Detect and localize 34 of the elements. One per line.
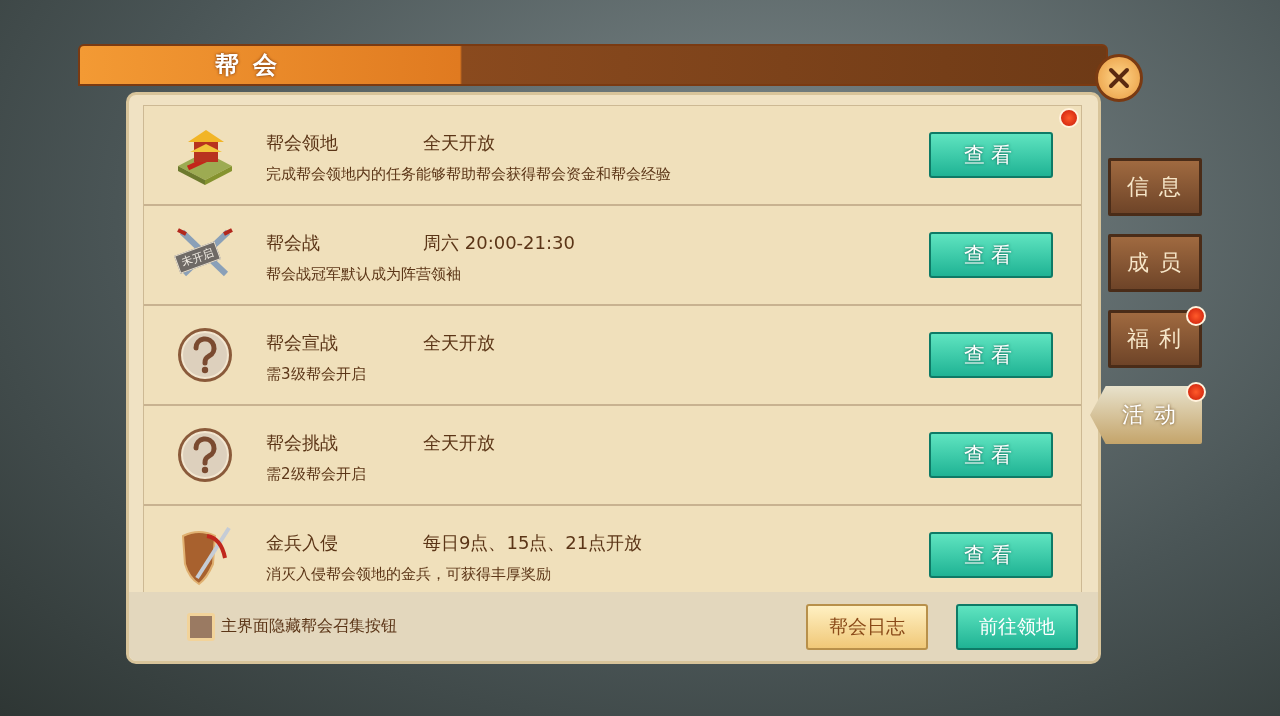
checkbox[interactable] bbox=[187, 612, 215, 641]
activity-description: 帮会战冠军默认成为阵营领袖 bbox=[266, 264, 462, 284]
view-button[interactable]: 查看 bbox=[929, 532, 1053, 578]
activity-description: 消灭入侵帮会领地的金兵，可获得丰厚奖励 bbox=[266, 564, 552, 584]
side-tab[interactable]: 福利 bbox=[1108, 310, 1202, 368]
side-tab[interactable]: 信息 bbox=[1108, 158, 1202, 216]
activity-name: 帮会领地 bbox=[266, 130, 339, 155]
activity-time: 全天开放 bbox=[423, 430, 495, 455]
activity-description: 完成帮会领地内的任务能够帮助帮会获得帮会资金和帮会经验 bbox=[266, 164, 672, 184]
question-mark-icon bbox=[176, 426, 234, 484]
view-button[interactable]: 查看 bbox=[929, 132, 1053, 178]
activity-time: 全天开放 bbox=[423, 130, 495, 155]
view-button[interactable]: 查看 bbox=[929, 332, 1053, 378]
activity-name: 帮会战 bbox=[266, 230, 321, 255]
activity-name: 帮会挑战 bbox=[266, 430, 339, 455]
activity-description: 需2级帮会开启 bbox=[266, 464, 367, 484]
activity-time: 每日9点、15点、21点开放 bbox=[423, 530, 643, 555]
window-title: 帮会 bbox=[215, 50, 291, 81]
activity-name: 金兵入侵 bbox=[266, 530, 339, 555]
close-icon bbox=[1107, 66, 1131, 90]
activity-name: 帮会宣战 bbox=[266, 330, 339, 355]
side-tab[interactable]: 活动 bbox=[1090, 386, 1202, 444]
activity-time: 全天开放 bbox=[423, 330, 495, 355]
question-mark-icon bbox=[176, 326, 234, 384]
icon-tag: 未开启 bbox=[174, 241, 221, 274]
close-button[interactable] bbox=[1095, 54, 1143, 102]
activity-time: 周六 20:00-21:30 bbox=[423, 230, 575, 255]
view-button[interactable]: 查看 bbox=[929, 432, 1053, 478]
log-button[interactable]: 帮会日志 bbox=[806, 603, 928, 650]
go-button[interactable]: 前往领地 bbox=[956, 603, 1078, 650]
view-button[interactable]: 查看 bbox=[929, 232, 1053, 278]
activity-description: 需3级帮会开启 bbox=[266, 364, 367, 384]
side-tab[interactable]: 成员 bbox=[1108, 234, 1202, 292]
checkbox-label: 主界面隐藏帮会召集按钮 bbox=[221, 616, 397, 637]
